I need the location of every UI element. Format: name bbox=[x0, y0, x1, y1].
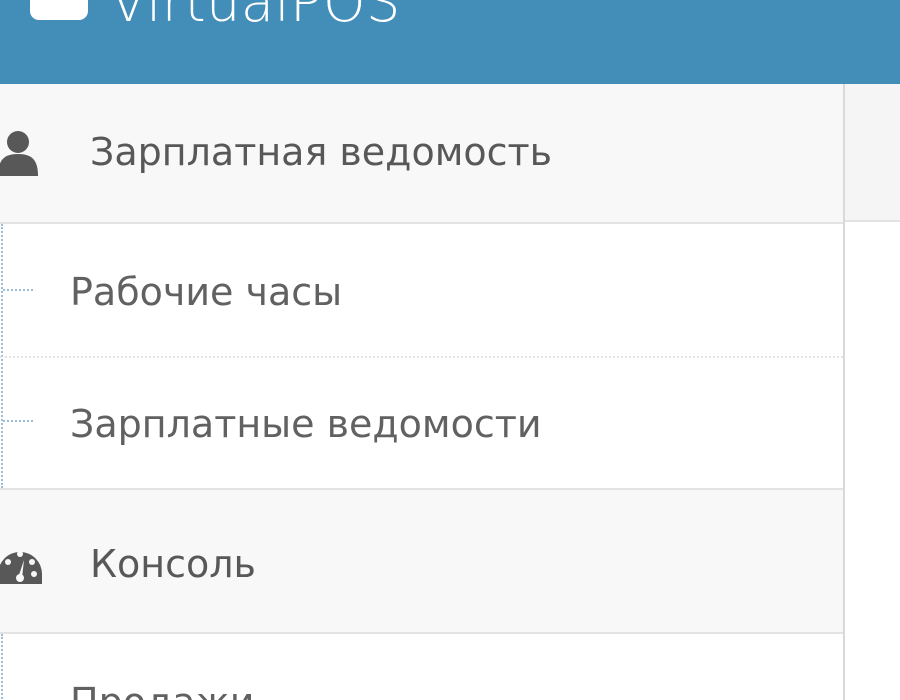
tree-connector bbox=[3, 420, 33, 422]
brand-name[interactable]: VirtualPOS bbox=[110, 0, 401, 33]
sidebar-item-payroll[interactable]: Зарплатная ведомость bbox=[0, 84, 843, 224]
user-icon bbox=[0, 131, 38, 176]
tree-connector bbox=[3, 289, 33, 291]
dashboard-icon bbox=[0, 551, 42, 584]
briefcase-icon bbox=[30, 0, 88, 20]
sidebar-item-label: Зарплатная ведомость bbox=[90, 130, 553, 174]
sidebar: Зарплатная ведомость Рабочие часы Зарпла… bbox=[0, 84, 845, 700]
submenu-item-sales[interactable]: Продажи bbox=[0, 634, 843, 700]
submenu-item-payrolls[interactable]: Зарплатные ведомости bbox=[0, 358, 843, 488]
sidebar-item-console[interactable]: Консоль bbox=[0, 488, 843, 634]
breadcrumb-bar bbox=[845, 84, 900, 222]
submenu-payroll: Рабочие часы Зарплатные ведомости bbox=[0, 224, 843, 488]
submenu-item-label: Зарплатные ведомости bbox=[70, 402, 542, 446]
page: VirtualPOS Зарплатная ведомость Рабочие … bbox=[0, 0, 900, 700]
sidebar-item-label: Консоль bbox=[90, 542, 256, 586]
submenu-item-label: Продажи bbox=[70, 680, 254, 700]
submenu-console: Продажи bbox=[0, 634, 843, 700]
submenu-item-work-hours[interactable]: Рабочие часы bbox=[0, 224, 843, 356]
top-navbar: VirtualPOS bbox=[0, 0, 900, 84]
submenu-item-label: Рабочие часы bbox=[70, 270, 343, 314]
